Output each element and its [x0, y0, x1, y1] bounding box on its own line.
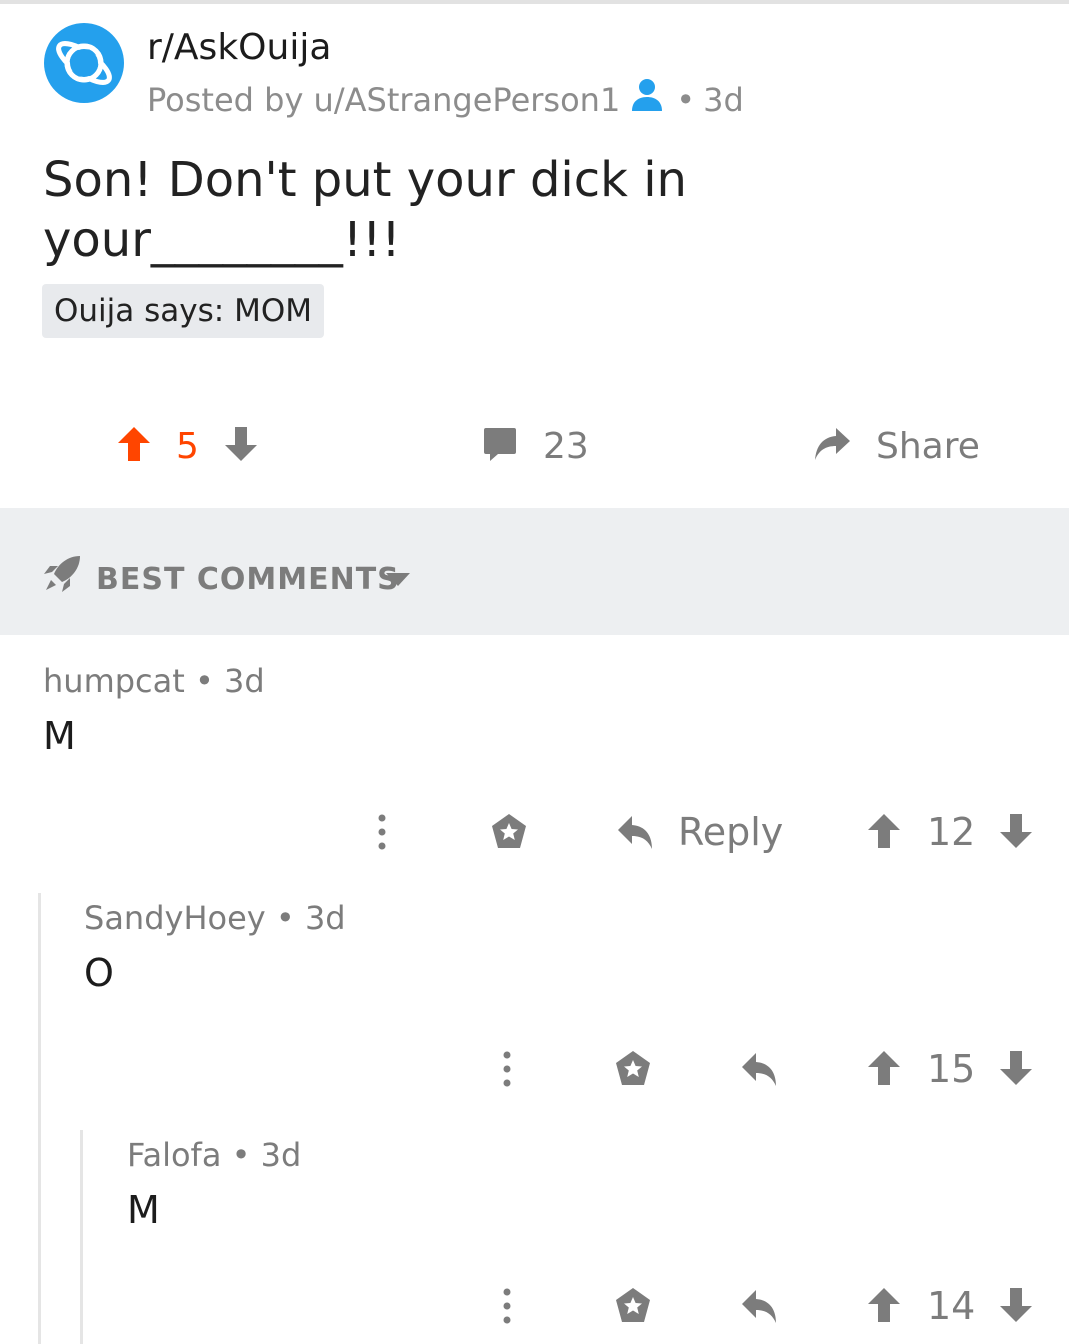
comment-author[interactable]: Falofa	[127, 1136, 221, 1174]
comment-age: 3d	[260, 1136, 302, 1174]
reply-icon[interactable]	[740, 1049, 780, 1093]
upvote-icon[interactable]	[866, 1049, 902, 1091]
top-divider	[0, 0, 1069, 4]
comment-actions: Reply 12	[0, 802, 1069, 862]
more-options-icon[interactable]	[374, 812, 390, 856]
more-options-icon[interactable]	[499, 1286, 515, 1330]
downvote-icon[interactable]	[998, 812, 1034, 854]
post-vote-group: 5	[116, 405, 259, 487]
comment-meta: humpcat • 3d	[43, 661, 265, 701]
meta-separator: •	[676, 80, 696, 119]
sort-label: BEST COMMENTS	[96, 562, 400, 597]
post-score: 5	[176, 425, 199, 467]
posted-by[interactable]: Posted by u/AStrangePerson1	[147, 80, 620, 120]
comment-actions: 15	[0, 1039, 1069, 1099]
post-flair: Ouija says: MOM	[42, 284, 324, 338]
subreddit-avatar-icon[interactable]	[44, 23, 124, 103]
downvote-icon[interactable]	[998, 1049, 1034, 1091]
post-meta: Posted by u/AStrangePerson1 • 3d	[147, 77, 744, 122]
comment-author[interactable]: SandyHoey	[84, 899, 266, 937]
post-action-bar: 5 23 Share	[0, 405, 1069, 487]
meta-separator: •	[275, 899, 295, 937]
comment-icon	[482, 426, 518, 466]
comment-meta: Falofa • 3d	[127, 1135, 301, 1175]
comment-actions: 14	[0, 1276, 1069, 1336]
subreddit-name[interactable]: r/AskOuija	[147, 26, 331, 70]
comment-body: M	[127, 1188, 160, 1232]
chevron-down-icon	[386, 572, 410, 591]
rocket-icon	[42, 554, 82, 598]
user-icon	[630, 77, 664, 122]
upvote-icon[interactable]	[866, 812, 902, 854]
comment-score: 14	[927, 1284, 976, 1328]
comment-count: 23	[543, 425, 589, 467]
downvote-icon[interactable]	[223, 425, 259, 467]
comment-body: O	[84, 951, 114, 995]
downvote-icon[interactable]	[998, 1286, 1034, 1328]
upvote-icon[interactable]	[866, 1286, 902, 1328]
meta-separator: •	[231, 1136, 251, 1174]
comment-score: 12	[927, 810, 976, 854]
more-options-icon[interactable]	[499, 1049, 515, 1093]
comment-sort-bar[interactable]: BEST COMMENTS	[0, 508, 1069, 635]
meta-separator: •	[194, 662, 214, 700]
comment-body: M	[43, 714, 76, 758]
award-icon[interactable]	[613, 1049, 653, 1093]
share-arrow-icon	[812, 424, 852, 468]
award-icon[interactable]	[613, 1286, 653, 1330]
comment-score: 15	[927, 1047, 976, 1091]
share-button[interactable]: Share	[812, 405, 990, 487]
comment-author[interactable]: humpcat	[43, 662, 185, 700]
reply-button[interactable]: Reply	[678, 802, 783, 862]
comment-meta: SandyHoey • 3d	[84, 898, 346, 938]
comment-age: 3d	[224, 662, 265, 700]
reply-icon[interactable]	[740, 1286, 780, 1330]
award-icon[interactable]	[489, 812, 529, 856]
share-label: Share	[876, 425, 980, 467]
reply-icon[interactable]	[616, 812, 656, 856]
post-age: 3d	[703, 80, 744, 119]
upvote-icon[interactable]	[116, 425, 152, 467]
post-title[interactable]: Son! Don't put your dick in your________…	[43, 150, 943, 270]
comments-button[interactable]: 23	[482, 405, 599, 487]
comment-age: 3d	[304, 899, 346, 937]
